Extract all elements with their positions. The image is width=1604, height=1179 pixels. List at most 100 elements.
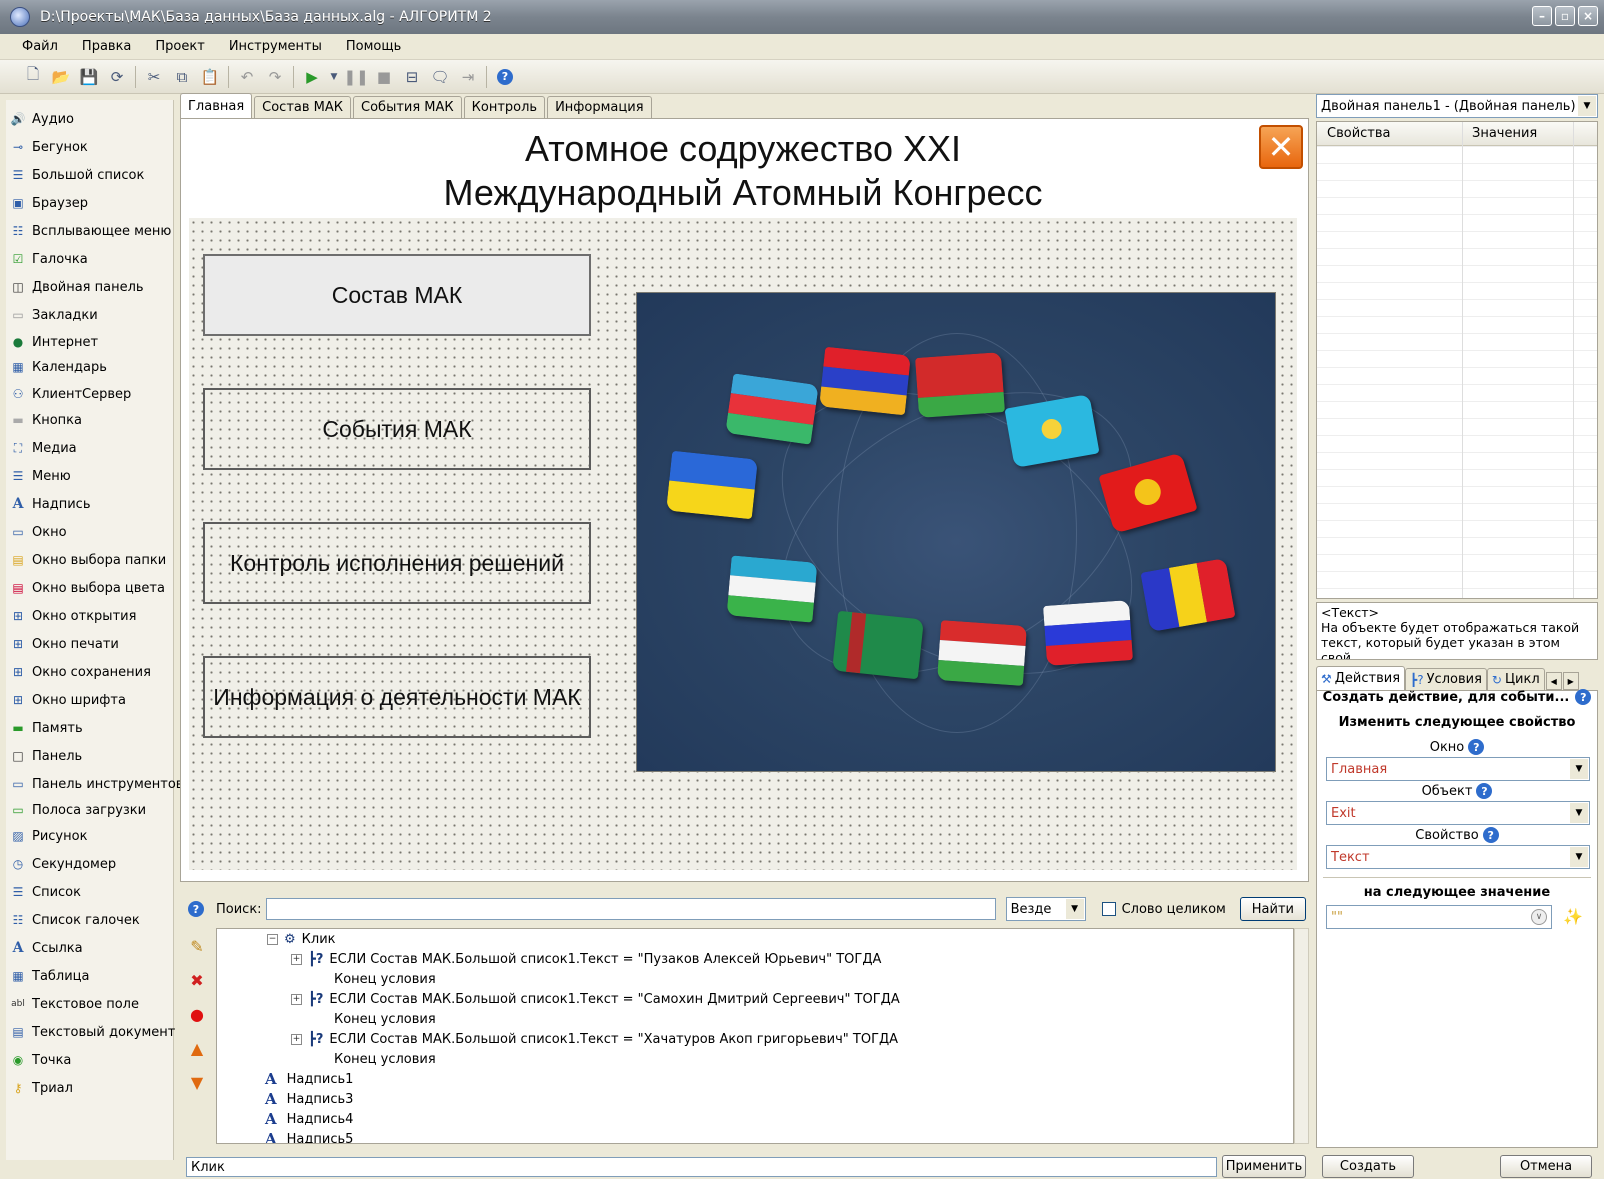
- palette-item[interactable]: ▦ Календарь: [10, 356, 107, 378]
- design-canvas[interactable]: Атомное содружество XXI Международный Ат…: [180, 118, 1309, 882]
- tree-event[interactable]: − ⚙ Клик: [267, 929, 336, 949]
- palette-item[interactable]: A Ссылка: [10, 937, 83, 959]
- tree-row[interactable]: A Надпись4: [265, 1109, 353, 1129]
- tree-row[interactable]: + ┣? ЕСЛИ Состав МАК.Большой список1.Тек…: [291, 1029, 898, 1049]
- collapse-icon[interactable]: −: [267, 933, 278, 945]
- run-icon[interactable]: ▶: [301, 66, 323, 88]
- expand-icon[interactable]: +: [291, 993, 302, 1005]
- palette-item[interactable]: ● Интернет: [10, 331, 98, 353]
- create-button[interactable]: Создать: [1322, 1155, 1414, 1178]
- help-icon[interactable]: ?: [1476, 783, 1493, 799]
- expand-icon[interactable]: +: [291, 953, 302, 965]
- palette-item[interactable]: ▬ Кнопка: [10, 409, 82, 431]
- delete-icon[interactable]: ✖: [185, 968, 209, 992]
- palette-item[interactable]: A Надпись: [10, 493, 91, 515]
- palette-item[interactable]: ☰ Меню: [10, 465, 71, 487]
- palette-item[interactable]: ☰ Список: [10, 881, 81, 903]
- tree-row[interactable]: Конец условия: [334, 969, 436, 989]
- palette-item[interactable]: ◫ Двойная панель: [10, 276, 143, 298]
- palette-item[interactable]: ▨ Рисунок: [10, 825, 87, 847]
- tab-conditions[interactable]: ┣? Условия: [1405, 668, 1487, 690]
- stop-icon[interactable]: ■: [373, 66, 395, 88]
- menu-help[interactable]: Помощь: [346, 39, 401, 54]
- palette-item[interactable]: ⊞ Окно открытия: [10, 605, 136, 627]
- values-column-header[interactable]: Значения: [1462, 122, 1574, 145]
- edit-icon[interactable]: ✎: [185, 934, 209, 958]
- palette-item[interactable]: ▭ Полоса загрузки: [10, 799, 146, 821]
- copy-icon[interactable]: ⧉: [171, 66, 193, 88]
- palette-item[interactable]: ▭ Окно: [10, 521, 66, 543]
- palette-item[interactable]: 🔊 Аудио: [10, 108, 74, 130]
- paste-icon[interactable]: 📋: [199, 66, 221, 88]
- members-button[interactable]: Состав МАК: [203, 254, 591, 336]
- maximize-button[interactable]: ▫: [1555, 6, 1575, 26]
- whole-word-checkbox[interactable]: [1101, 902, 1116, 916]
- palette-item[interactable]: ⊞ Окно шрифта: [10, 689, 126, 711]
- tree-scrollbar[interactable]: [1294, 928, 1309, 1144]
- palette-item[interactable]: ▦ Таблица: [10, 965, 89, 987]
- props-column-header[interactable]: Свойства: [1317, 122, 1462, 145]
- tree-row[interactable]: + ┣? ЕСЛИ Состав МАК.Большой список1.Тек…: [291, 949, 881, 969]
- apply-button[interactable]: Применить: [1222, 1155, 1306, 1178]
- exit-button[interactable]: ✕: [1259, 125, 1303, 169]
- tab-info[interactable]: Информация: [547, 96, 652, 118]
- comment-icon[interactable]: 🗨: [429, 66, 451, 88]
- help-icon[interactable]: ?: [1575, 689, 1592, 705]
- save-icon[interactable]: 💾: [78, 66, 100, 88]
- status-field[interactable]: Клик: [186, 1157, 1217, 1177]
- wizard-icon[interactable]: ✨: [1563, 907, 1583, 926]
- palette-item[interactable]: ◉ Точка: [10, 1049, 72, 1071]
- open-folder-icon[interactable]: 📂: [50, 66, 72, 88]
- help-icon[interactable]: ?: [1482, 827, 1499, 843]
- palette-item[interactable]: ⛶ Медиа: [10, 437, 77, 459]
- tree-row[interactable]: A Надпись3: [265, 1089, 353, 1109]
- palette-item[interactable]: ▣ Браузер: [10, 192, 88, 214]
- canvas-grid[interactable]: Состав МАК События МАК Контроль исполнен…: [189, 218, 1297, 870]
- palette-item[interactable]: ▤ Окно выбора папки: [10, 549, 166, 571]
- save-all-icon[interactable]: ⟳: [106, 66, 128, 88]
- undo-icon[interactable]: ↶: [236, 66, 258, 88]
- palette-item[interactable]: ⊸ Бегунок: [10, 136, 88, 158]
- palette-item[interactable]: ▤ Окно выбора цвета: [10, 577, 165, 599]
- window-select[interactable]: Главная ▼: [1326, 757, 1590, 781]
- palette-item[interactable]: abl Текстовое поле: [10, 993, 139, 1015]
- palette-item[interactable]: ☑ Галочка: [10, 248, 88, 270]
- menu-project[interactable]: Проект: [155, 39, 204, 54]
- move-up-icon[interactable]: ▲: [185, 1036, 209, 1060]
- events-button[interactable]: События МАК: [203, 388, 591, 470]
- tab-members[interactable]: Состав МАК: [254, 96, 352, 118]
- palette-item[interactable]: ▭ Панель инструментов: [10, 773, 183, 795]
- tree-row[interactable]: Конец условия: [334, 1009, 436, 1029]
- help-icon[interactable]: ?: [1468, 739, 1485, 755]
- object-field-select[interactable]: Exit ▼: [1326, 801, 1590, 825]
- property-select[interactable]: Текст ▼: [1326, 845, 1590, 869]
- search-input[interactable]: [265, 898, 996, 920]
- cut-icon[interactable]: ✂: [143, 66, 165, 88]
- tab-control[interactable]: Контроль: [463, 96, 546, 118]
- flags-picture[interactable]: [636, 292, 1276, 772]
- menu-edit[interactable]: Правка: [82, 39, 131, 54]
- palette-item[interactable]: ▤ Текстовый документ: [10, 1021, 175, 1043]
- new-file-icon[interactable]: 🗋: [22, 65, 44, 88]
- pause-icon[interactable]: ❚❚: [343, 66, 368, 88]
- palette-item[interactable]: ⚇ КлиентСервер: [10, 383, 132, 405]
- tree-row[interactable]: A Надпись5: [265, 1129, 353, 1143]
- palette-item[interactable]: ⚷ Триал: [10, 1077, 73, 1099]
- value-input[interactable]: "" ∨: [1326, 905, 1552, 929]
- move-down-icon[interactable]: ▼: [185, 1070, 209, 1094]
- record-icon[interactable]: ●: [185, 1002, 209, 1026]
- palette-item[interactable]: ☷ Список галочек: [10, 909, 140, 931]
- expand-icon[interactable]: +: [291, 1033, 302, 1045]
- tree-row[interactable]: A Надпись1: [265, 1069, 353, 1089]
- chevron-right-icon[interactable]: ▶: [1562, 672, 1579, 690]
- palette-item[interactable]: □ Панель: [10, 745, 82, 767]
- action-tree[interactable]: − ⚙ Клик + ┣? ЕСЛИ Состав МАК.Большой сп…: [216, 928, 1294, 1144]
- tree-row[interactable]: + ┣? ЕСЛИ Состав МАК.Большой список1.Тек…: [291, 989, 900, 1009]
- redo-icon[interactable]: ↷: [264, 66, 286, 88]
- menu-file[interactable]: Файл: [22, 39, 58, 54]
- expression-icon[interactable]: ∨: [1531, 909, 1547, 925]
- chevron-left-icon[interactable]: ◀: [1545, 672, 1562, 690]
- palette-item[interactable]: ▬ Память: [10, 717, 82, 739]
- cancel-button[interactable]: Отмена: [1500, 1155, 1592, 1178]
- run-dropdown-icon[interactable]: ▼: [329, 66, 339, 88]
